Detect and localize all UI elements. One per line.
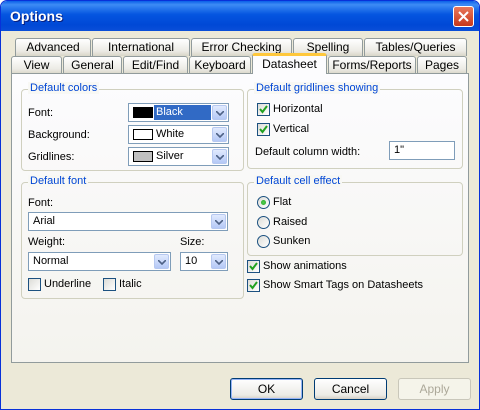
column-width-input[interactable]: 1" (389, 141, 455, 160)
underline-label[interactable]: Underline (44, 278, 91, 290)
font-name-value: Arial (33, 215, 56, 227)
window-title: Options (10, 8, 63, 24)
font-size-value: 10 (185, 255, 198, 267)
close-icon (458, 11, 469, 22)
radio-selected-dot (261, 200, 266, 205)
chevron-down-icon[interactable] (212, 127, 227, 142)
vertical-label[interactable]: Vertical (273, 123, 309, 135)
show-smart-tags-label[interactable]: Show Smart Tags on Datasheets (263, 279, 423, 291)
chevron-down-icon[interactable] (211, 254, 226, 269)
tab-tables-queries[interactable]: Tables/Queries (364, 38, 467, 56)
checkmark-icon (259, 125, 268, 134)
italic-checkbox[interactable] (103, 278, 116, 291)
checkmark-icon (249, 262, 258, 271)
sunken-radio[interactable] (257, 235, 270, 248)
font-size-select[interactable]: 10 (180, 252, 228, 271)
default-colors-title: Default colors (28, 82, 100, 94)
font-name-select[interactable]: Arial (28, 212, 228, 231)
background-color-value: White (156, 128, 185, 140)
tab-forms-reports[interactable]: Forms/Reports (328, 56, 416, 74)
font-color-value: Black (154, 105, 211, 120)
underline-checkbox[interactable] (28, 278, 41, 291)
font-color-select[interactable]: Black (128, 103, 229, 122)
italic-label[interactable]: Italic (119, 278, 142, 290)
ok-button[interactable]: OK (230, 378, 303, 400)
tab-datasheet[interactable]: Datasheet (252, 53, 327, 74)
chevron-down-icon[interactable] (154, 254, 169, 269)
column-width-label: Default column width: (255, 146, 361, 158)
background-color-label: Background: (28, 129, 90, 141)
gridlines-color-value: Silver (156, 150, 184, 162)
column-width-value: 1" (394, 144, 405, 156)
horizontal-checkbox[interactable] (257, 103, 270, 116)
flat-radio[interactable] (257, 196, 270, 209)
close-button[interactable] (453, 6, 474, 27)
gridlines-color-select[interactable]: Silver (128, 147, 229, 166)
options-dialog: Options Advanced International Error Che… (0, 0, 480, 410)
checkmark-icon (259, 105, 268, 114)
gridlines-group: Default gridlines showing Horizontal Ver… (247, 82, 463, 169)
tab-international[interactable]: International (92, 38, 190, 56)
default-font-group: Default font Font: Arial Weight: Size: N… (21, 175, 244, 299)
datasheet-panel: Default colors Font: Black Background: W… (11, 73, 469, 363)
font-color-label: Font: (28, 107, 54, 119)
title-bar[interactable]: Options (1, 1, 479, 31)
default-colors-group: Default colors Font: Black Background: W… (21, 82, 244, 171)
show-animations-checkbox[interactable] (247, 260, 260, 273)
tab-edit-find[interactable]: Edit/Find (123, 56, 188, 74)
font-weight-select[interactable]: Normal (28, 252, 171, 271)
raised-radio[interactable] (257, 216, 270, 229)
background-color-swatch (133, 129, 153, 140)
show-smart-tags-checkbox[interactable] (247, 279, 260, 292)
show-animations-label[interactable]: Show animations (263, 260, 347, 272)
checkmark-icon (249, 281, 258, 290)
font-name-label: Font: (28, 197, 54, 209)
gridlines-title: Default gridlines showing (254, 82, 381, 94)
chevron-down-icon[interactable] (211, 214, 226, 229)
tab-keyboard[interactable]: Keyboard (189, 56, 251, 74)
vertical-checkbox[interactable] (257, 123, 270, 136)
tab-view[interactable]: View (11, 56, 62, 74)
cell-effect-title: Default cell effect (254, 175, 343, 187)
tab-general[interactable]: General (63, 56, 122, 74)
gridlines-color-label: Gridlines: (28, 151, 75, 163)
tab-pages[interactable]: Pages (417, 56, 467, 74)
sunken-label[interactable]: Sunken (273, 235, 310, 247)
font-weight-value: Normal (33, 255, 69, 267)
background-color-select[interactable]: White (128, 125, 229, 144)
cell-effect-group: Default cell effect Flat Raised Sunken (247, 175, 463, 256)
flat-label[interactable]: Flat (273, 196, 291, 208)
font-weight-label: Weight: (28, 236, 66, 248)
font-size-label: Size: (180, 236, 205, 248)
default-font-title: Default font (28, 175, 89, 187)
chevron-down-icon[interactable] (212, 149, 227, 164)
tab-advanced[interactable]: Advanced (15, 38, 91, 56)
gridlines-color-swatch (133, 151, 153, 162)
chevron-down-icon[interactable] (212, 105, 227, 120)
raised-label[interactable]: Raised (273, 216, 307, 228)
cancel-button[interactable]: Cancel (314, 378, 387, 400)
horizontal-label[interactable]: Horizontal (273, 103, 323, 115)
apply-button[interactable]: Apply (398, 378, 471, 400)
font-color-swatch (133, 107, 153, 118)
